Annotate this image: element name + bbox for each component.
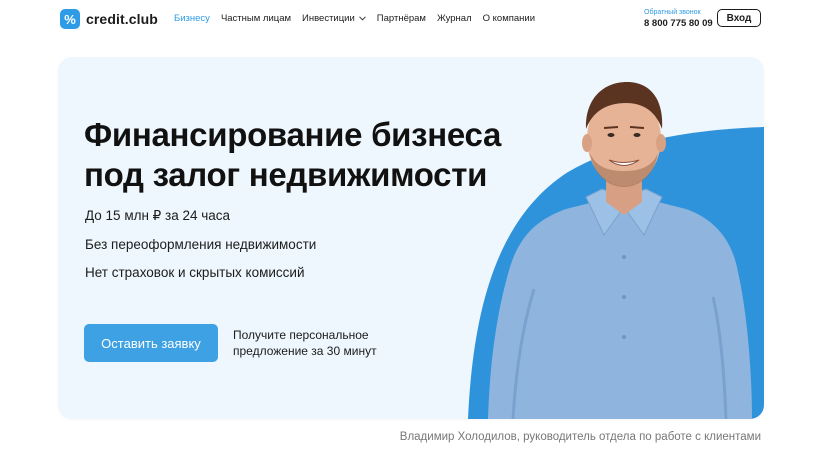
login-button[interactable]: Вход <box>717 9 761 27</box>
nav-item-business[interactable]: Бизнесу <box>174 13 210 24</box>
nav-item-label: О компании <box>482 13 536 24</box>
nav-item-individuals[interactable]: Частным лицам <box>221 13 291 24</box>
phone-number[interactable]: 8 800 775 80 09 <box>644 18 713 29</box>
nav-item-label: Журнал <box>436 13 472 24</box>
hero-title: Финансирование бизнеса под залог недвижи… <box>84 116 502 193</box>
apply-button[interactable]: Оставить заявку <box>84 324 218 362</box>
benefit-item: До 15 млн ₽ за 24 часа <box>85 208 231 223</box>
nav-item-investments[interactable]: Инвестиции <box>302 13 366 24</box>
nav-item-label: Частным лицам <box>220 13 292 24</box>
logo-text: credit.club <box>86 11 158 27</box>
nav-item-label: Бизнесу <box>174 13 210 24</box>
hero-card: Финансирование бизнеса под залог недвижи… <box>58 57 764 419</box>
benefit-item: Без переоформления недвижимости <box>85 236 317 252</box>
main-nav: Бизнесу Частным лицам Инвестиции Партнёр… <box>174 13 546 24</box>
callback-link[interactable]: Обратный звонок <box>644 9 713 16</box>
site-header: % credit.club Бизнесу Частным лицам Инве… <box>0 0 825 40</box>
callback-block: Обратный звонок 8 800 775 80 09 <box>644 9 713 29</box>
nav-item-about[interactable]: О компании <box>483 13 535 24</box>
nav-item-partners[interactable]: Партнёрам <box>377 13 426 24</box>
chevron-down-icon <box>358 14 366 23</box>
nav-item-label: Партнёрам <box>376 13 426 24</box>
nav-item-journal[interactable]: Журнал <box>437 13 472 24</box>
photo-caption: Владимир Холодилов, руководитель отдела … <box>399 431 761 443</box>
benefits-list: До 15 млн ₽ за 24 часа Без переоформлени… <box>85 207 316 293</box>
apply-note: Получите персональное предложение за 30 … <box>233 328 377 358</box>
benefit-item: Нет страховок и скрытых комиссий <box>85 265 305 280</box>
percent-logo-icon: % <box>60 9 80 29</box>
nav-item-label: Инвестиции <box>302 13 355 24</box>
logo[interactable]: % credit.club <box>60 9 158 29</box>
